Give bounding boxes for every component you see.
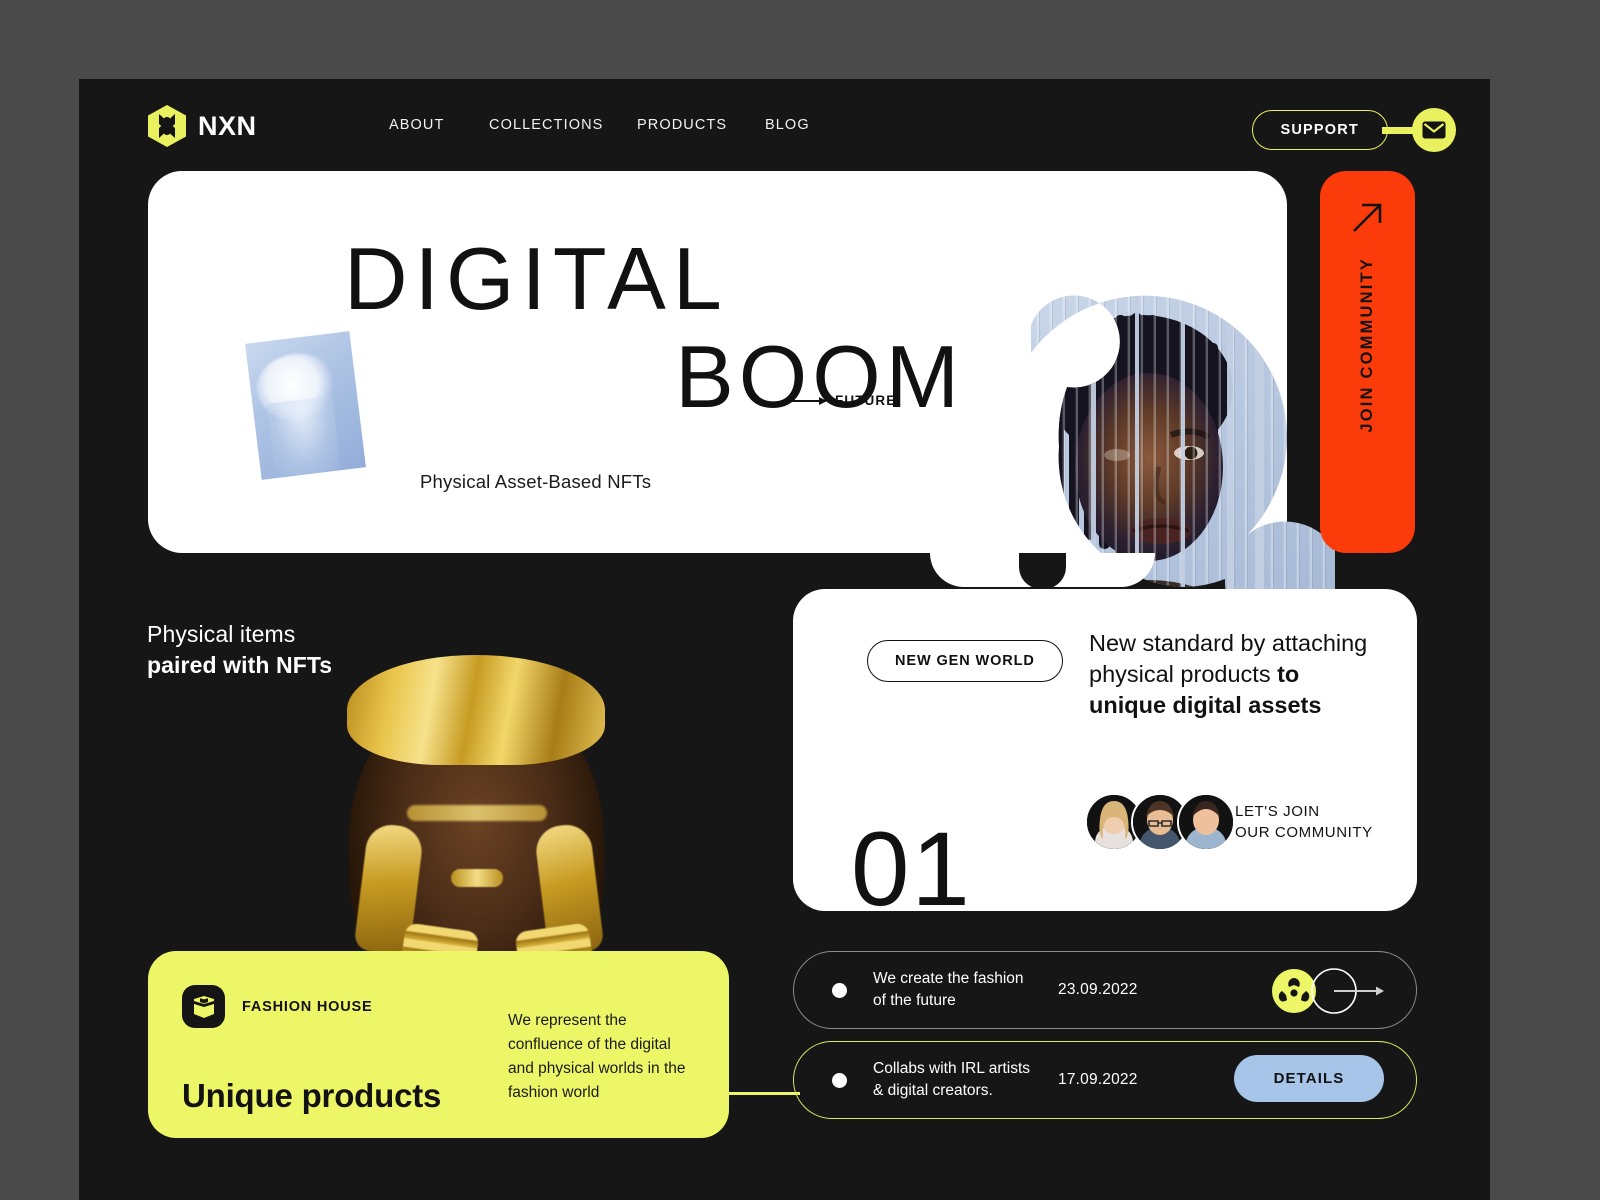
fashion-house-title: Unique products [182,1077,442,1114]
support-button[interactable]: SUPPORT [1251,110,1388,150]
brand-logo[interactable]: NXN [148,105,257,147]
future-label: FUTURE [835,393,897,408]
community-label-line2: OUR COMMUNITY [1235,824,1373,841]
new-gen-world-badge[interactable]: NEW GEN WORLD [867,640,1063,682]
news-row[interactable]: Collabs with IRL artists & digital creat… [793,1041,1417,1119]
news-row[interactable]: We create the fashion of the future 23.0… [793,951,1417,1029]
news-text-line2: & digital creators. [873,1082,993,1099]
join-community-button[interactable]: JOIN COMMUNITY [1320,171,1415,553]
join-community-label-wrap: JOIN COMMUNITY [1320,171,1415,553]
package-icon [182,985,225,1028]
bullet-dot-icon [832,982,847,998]
news-text: Collabs with IRL artists & digital creat… [873,1058,1058,1102]
community-avatars[interactable] [1085,793,1235,851]
info-headline: New standard by attaching physical produ… [1089,628,1379,721]
fashion-house-card: FASHION HOUSE Unique products We represe… [148,951,729,1138]
news-date: 17.09.2022 [1058,1071,1138,1088]
nav-link-blog[interactable]: BLOG [765,117,810,133]
page-root: NXN ABOUT COLLECTIONS PRODUCTS BLOG SUPP… [0,0,1600,1200]
fashion-house-label: FASHION HOUSE [242,998,373,1015]
news-text: We create the fashion of the future [873,968,1058,1012]
hero-title-line2: BOOM [675,327,964,426]
brand-name: NXN [198,110,257,141]
future-tag: FUTURE [788,393,896,408]
news-text-line1: We create the fashion [873,970,1024,987]
join-community-label: JOIN COMMUNITY [1358,257,1376,433]
envelope-icon [1422,121,1446,139]
details-button[interactable]: DETAILS [1234,1055,1384,1102]
nav-link-about[interactable]: ABOUT [389,117,489,133]
fashion-house-header: FASHION HOUSE [182,985,372,1028]
top-navigation: NXN ABOUT COLLECTIONS PRODUCTS BLOG SUPP… [79,79,1490,179]
hero-card: DIGITAL BOOM FUTURE Physical Asset-Based… [148,171,1335,611]
support-group: SUPPORT [1251,107,1456,153]
news-text-line1: Collabs with IRL artists [873,1060,1031,1077]
news-date: 23.09.2022 [1058,981,1138,998]
nav-link-collections[interactable]: COLLECTIONS [489,117,637,133]
mail-button[interactable] [1412,108,1456,152]
info-headline-plain: New standard by attaching physical produ… [1089,630,1368,687]
arrow-right-icon [788,396,827,405]
left-caption-line1: Physical items [147,621,296,647]
app-frame: NXN ABOUT COLLECTIONS PRODUCTS BLOG SUPP… [79,79,1490,1200]
nav-link-products[interactable]: PRODUCTS [637,117,765,133]
bullet-dot-icon [832,1072,847,1088]
info-card: NEW GEN WORLD New standard by attaching … [793,589,1417,922]
yellow-connector-line [724,1092,800,1095]
news-text-line2: of the future [873,992,956,1009]
venn-arrow-icon[interactable] [1264,968,1392,1014]
hexagon-x-logo-icon [148,105,186,147]
left-caption-line2: paired with NFTs [147,652,333,678]
hero-subtitle: Physical Asset-Based NFTs [420,471,652,492]
fashion-model-photo [289,597,709,1007]
nav-links: ABOUT COLLECTIONS PRODUCTS BLOG [389,117,810,133]
fashion-house-paragraph: We represent the confluence of the digit… [508,1012,686,1101]
avatar [1177,793,1235,851]
left-caption: Physical items paired with NFTs [147,619,332,681]
community-label-line1: LET'S JOIN [1235,803,1320,820]
community-label: LET'S JOIN OUR COMMUNITY [1235,801,1373,843]
step-number: 01 [851,811,972,928]
hero-title-line1: DIGITAL [344,229,729,328]
